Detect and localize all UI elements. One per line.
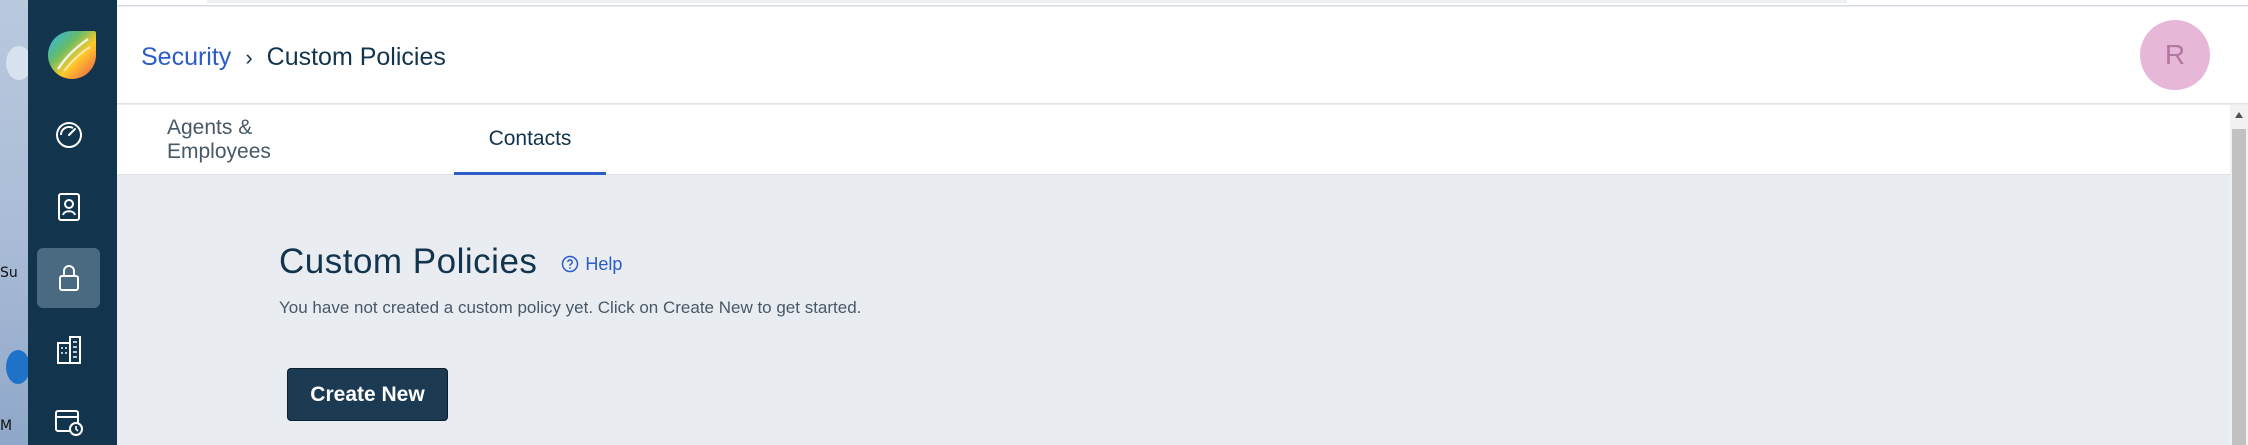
sidebar-item-schedule[interactable] — [37, 392, 100, 445]
desktop-app-icon[interactable] — [6, 350, 30, 384]
help-link-label: Help — [585, 253, 623, 274]
help-link[interactable]: Help — [561, 254, 622, 275]
browser-top-bar — [207, 0, 1847, 3]
calendar-clock-icon — [54, 410, 83, 436]
chevron-right-icon: › — [245, 44, 253, 70]
page-header: Security › Custom Policies R — [117, 7, 2248, 104]
building-icon — [56, 336, 81, 364]
dashboard-icon — [55, 122, 82, 148]
sidebar-item-dashboard[interactable] — [37, 105, 100, 165]
main-content: Custom Policies Help You have not create… — [117, 176, 2230, 445]
breadcrumb-security-link[interactable]: Security — [141, 43, 231, 72]
empty-state-message: You have not created a custom policy yet… — [279, 298, 862, 317]
create-new-button[interactable]: Create New — [287, 368, 448, 421]
avatar[interactable]: R — [2140, 20, 2210, 90]
help-circle-icon — [562, 255, 579, 273]
scrollbar-thumb[interactable] — [2232, 129, 2246, 445]
vertical-scrollbar[interactable] — [2230, 105, 2248, 445]
app-sidebar — [28, 0, 117, 445]
breadcrumb-current: Custom Policies — [266, 43, 446, 71]
tab-agents-employees[interactable]: Agents & Employees — [167, 105, 352, 175]
tab-contacts[interactable]: Contacts — [454, 105, 606, 175]
sidebar-item-security[interactable] — [37, 248, 100, 308]
page-title: Custom Policies — [279, 242, 538, 281]
browser-top-strip — [117, 0, 2248, 6]
desktop-shortcut-label: Su — [0, 265, 18, 281]
app-logo-icon[interactable] — [44, 27, 100, 83]
sidebar-item-contacts[interactable] — [37, 177, 100, 237]
sidebar-item-organization[interactable] — [37, 320, 100, 380]
lock-icon — [58, 265, 79, 291]
desktop-app-label: M — [0, 418, 13, 434]
contact-card-icon — [57, 193, 80, 221]
tab-bar: Agents & Employees Contacts — [117, 105, 2230, 175]
title-row: Custom Policies Help — [279, 242, 622, 282]
breadcrumb: Security › Custom Policies — [141, 43, 446, 72]
scroll-up-arrow-icon[interactable] — [2230, 105, 2248, 125]
